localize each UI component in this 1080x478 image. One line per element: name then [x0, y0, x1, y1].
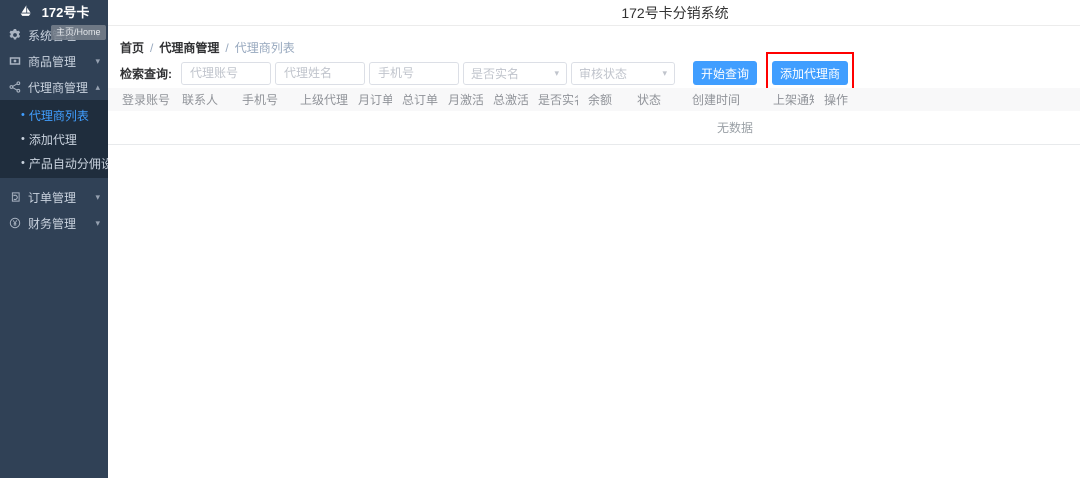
phone-input[interactable] [369, 61, 459, 85]
agent-account-input[interactable] [181, 61, 271, 85]
add-agent-button[interactable]: 添加代理商 [772, 61, 849, 85]
sidebar-item-orders[interactable]: 订单管理 ▾ [0, 184, 108, 210]
col-listing-notice: 上架通知 [763, 88, 814, 111]
bullet-icon: • [21, 133, 25, 145]
col-total-activations: 总激活 [483, 88, 528, 111]
col-month-orders: 月订单 [348, 88, 392, 111]
col-total-orders: 总订单 [392, 88, 438, 111]
orders-icon [9, 191, 22, 204]
agents-table: 登录账号 联系人 手机号 上级代理 月订单 总订单 月激活 总激活 是否实名 余… [108, 88, 1080, 145]
agents-table-grid: 登录账号 联系人 手机号 上级代理 月订单 总订单 月激活 总激活 是否实名 余… [108, 88, 1080, 111]
logo[interactable]: 172号卡 [0, 0, 108, 22]
chevron-down-icon: ▾ [95, 217, 100, 228]
sidebar-item-system[interactable]: 系统管理 ▾ 主页/Home [0, 22, 108, 48]
col-phone: 手机号 [232, 88, 290, 111]
finance-icon [9, 217, 22, 230]
col-month-activations: 月激活 [438, 88, 483, 111]
submenu-item-label: 添加代理 [28, 132, 77, 147]
chevron-up-icon: ▴ [95, 81, 100, 92]
search-label: 检索查询: [120, 66, 172, 81]
col-status: 状态 [627, 88, 682, 111]
sidebar-item-agent-list[interactable]: • 代理商列表 [0, 103, 108, 127]
sidebar-item-label: 订单管理 [28, 190, 77, 205]
network-icon [9, 81, 22, 94]
col-balance: 余额 [578, 88, 627, 111]
submenu-item-label: 代理商列表 [28, 108, 89, 123]
sidebar-item-finance[interactable]: 财务管理 ▾ [0, 210, 108, 236]
main-content: 172号卡分销系统 首页 / 代理商管理 / 代理商列表 检索查询: 是否实名 … [108, 0, 1080, 478]
sidebar-item-auto-commission[interactable]: • 产品自动分佣设置 [0, 151, 125, 175]
sidebar-menu: 系统管理 ▾ 主页/Home 商品管理 ▾ 代理商管理 ▴ • 代理商列表 • [0, 22, 125, 236]
sidebar-item-agents[interactable]: 代理商管理 ▴ [0, 74, 108, 100]
bullet-icon: • [21, 157, 25, 169]
top-header: 172号卡分销系统 [108, 0, 1080, 26]
sidebar-item-label: 财务管理 [28, 216, 77, 231]
realname-select-value: 是否实名 [471, 66, 520, 81]
sidebar-item-label: 代理商管理 [28, 80, 89, 95]
sailboat-icon [19, 5, 32, 18]
bullet-icon: • [21, 109, 25, 121]
chevron-down-icon: ▾ [95, 55, 100, 66]
gear-icon [9, 29, 22, 42]
table-header-row: 登录账号 联系人 手机号 上级代理 月订单 总订单 月激活 总激活 是否实名 余… [108, 88, 1080, 111]
col-contact: 联系人 [172, 88, 232, 111]
home-tooltip: 主页/Home [51, 25, 106, 40]
col-actions: 操作 [814, 88, 1080, 111]
agent-name-input[interactable] [275, 61, 365, 85]
chevron-down-icon: ▾ [95, 191, 100, 202]
chevron-down-icon: ▾ [662, 67, 667, 78]
col-created-time: 创建时间 [682, 88, 763, 111]
chevron-down-icon: ▾ [554, 67, 559, 78]
realname-select[interactable]: 是否实名 ▾ [463, 61, 567, 85]
sidebar-item-add-agent[interactable]: • 添加代理 [0, 127, 108, 151]
logo-text: 172号卡 [41, 4, 90, 20]
sidebar-item-goods[interactable]: 商品管理 ▾ [0, 48, 108, 74]
audit-status-select[interactable]: 审核状态 ▾ [571, 61, 675, 85]
col-login-account: 登录账号 [108, 88, 172, 111]
table-empty-state: 无数据 [108, 111, 1080, 145]
page-title: 172号卡分销系统 [621, 4, 729, 21]
sidebar: 172号卡 系统管理 ▾ 主页/Home 商品管理 ▾ 代理商管理 ▴ [0, 0, 125, 478]
sidebar-item-label: 商品管理 [28, 54, 77, 69]
start-query-button[interactable]: 开始查询 [693, 61, 758, 85]
col-parent-agent: 上级代理 [290, 88, 348, 111]
agents-submenu: • 代理商列表 • 添加代理 • 产品自动分佣设置 [0, 100, 125, 178]
col-realname: 是否实名 [528, 88, 578, 111]
goods-icon [9, 55, 22, 68]
audit-status-select-value: 审核状态 [579, 66, 628, 81]
